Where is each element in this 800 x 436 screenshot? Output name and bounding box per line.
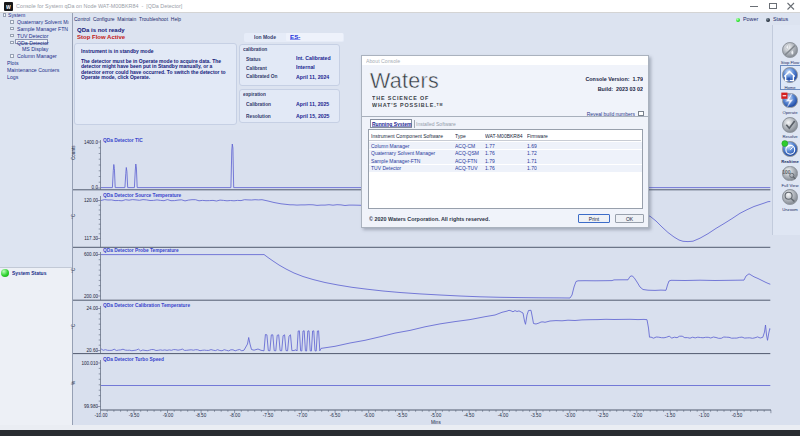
svg-text:100: 100 — [782, 169, 791, 175]
